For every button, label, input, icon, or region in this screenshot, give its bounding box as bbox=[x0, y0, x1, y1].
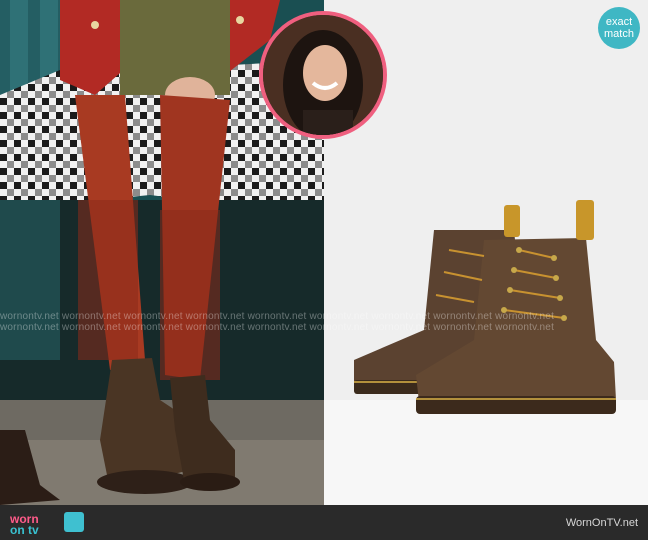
portrait-illustration bbox=[263, 15, 383, 135]
wornontv-logo[interactable]: worn on tv bbox=[6, 509, 86, 537]
footer-bar: WornOnTV.net bbox=[0, 505, 648, 540]
badge-line2: match bbox=[604, 28, 634, 40]
exact-match-badge: exact match bbox=[598, 7, 640, 49]
site-name[interactable]: WornOnTV.net bbox=[566, 517, 638, 529]
watermark-text: wornontv.net wornontv.net wornontv.net w… bbox=[0, 311, 555, 322]
character-portrait bbox=[259, 11, 387, 139]
watermark-text: wornontv.net wornontv.net wornontv.net w… bbox=[0, 322, 555, 333]
badge-line1: exact bbox=[605, 16, 633, 28]
logo-text-ontv: on tv bbox=[10, 523, 39, 537]
tv-icon bbox=[64, 512, 84, 532]
